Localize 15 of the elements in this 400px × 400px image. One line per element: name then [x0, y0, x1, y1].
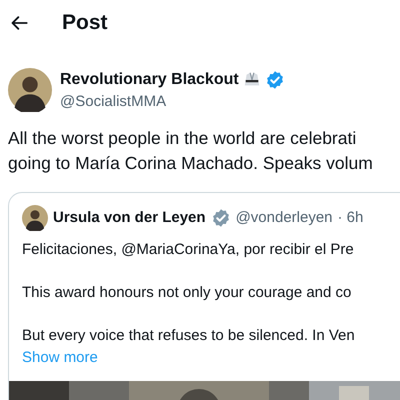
avatar-icon — [22, 205, 48, 231]
back-arrow-icon[interactable] — [10, 13, 30, 33]
quote-paragraph: Felicitaciones, @MariaCorinaYa, por recibir el Pre — [22, 240, 354, 260]
page-title: Post — [62, 10, 108, 36]
quoted-post-card[interactable]: Ursula von der Leyen @vonderleyen · 6h Felicitaciones, @MariaCorinaYa, por recibir el Pre This award honours not only your courage and co But every voice that refuses to be silenced. In Ven Show more — [8, 192, 400, 400]
avatar-icon — [8, 68, 52, 112]
author-name[interactable]: Revolutionary Blackout — [60, 68, 239, 92]
author-handle: @SocialistMMA — [60, 92, 168, 112]
post-text-line: going to María Corina Machado. Speaks volum — [8, 152, 373, 175]
quote-author-name[interactable]: Ursula von der Leyen — [53, 206, 206, 230]
quote-paragraph: This award honours not only your courage and co — [22, 283, 352, 303]
quote-time: · 6h — [338, 208, 364, 228]
quote-author-handle: @vonderleyen — [236, 208, 333, 228]
post-text-line: All the worst people in the world are celebrati — [8, 127, 356, 150]
quote-paragraph: But every voice that refuses to be silenced. In Ven — [22, 326, 355, 346]
